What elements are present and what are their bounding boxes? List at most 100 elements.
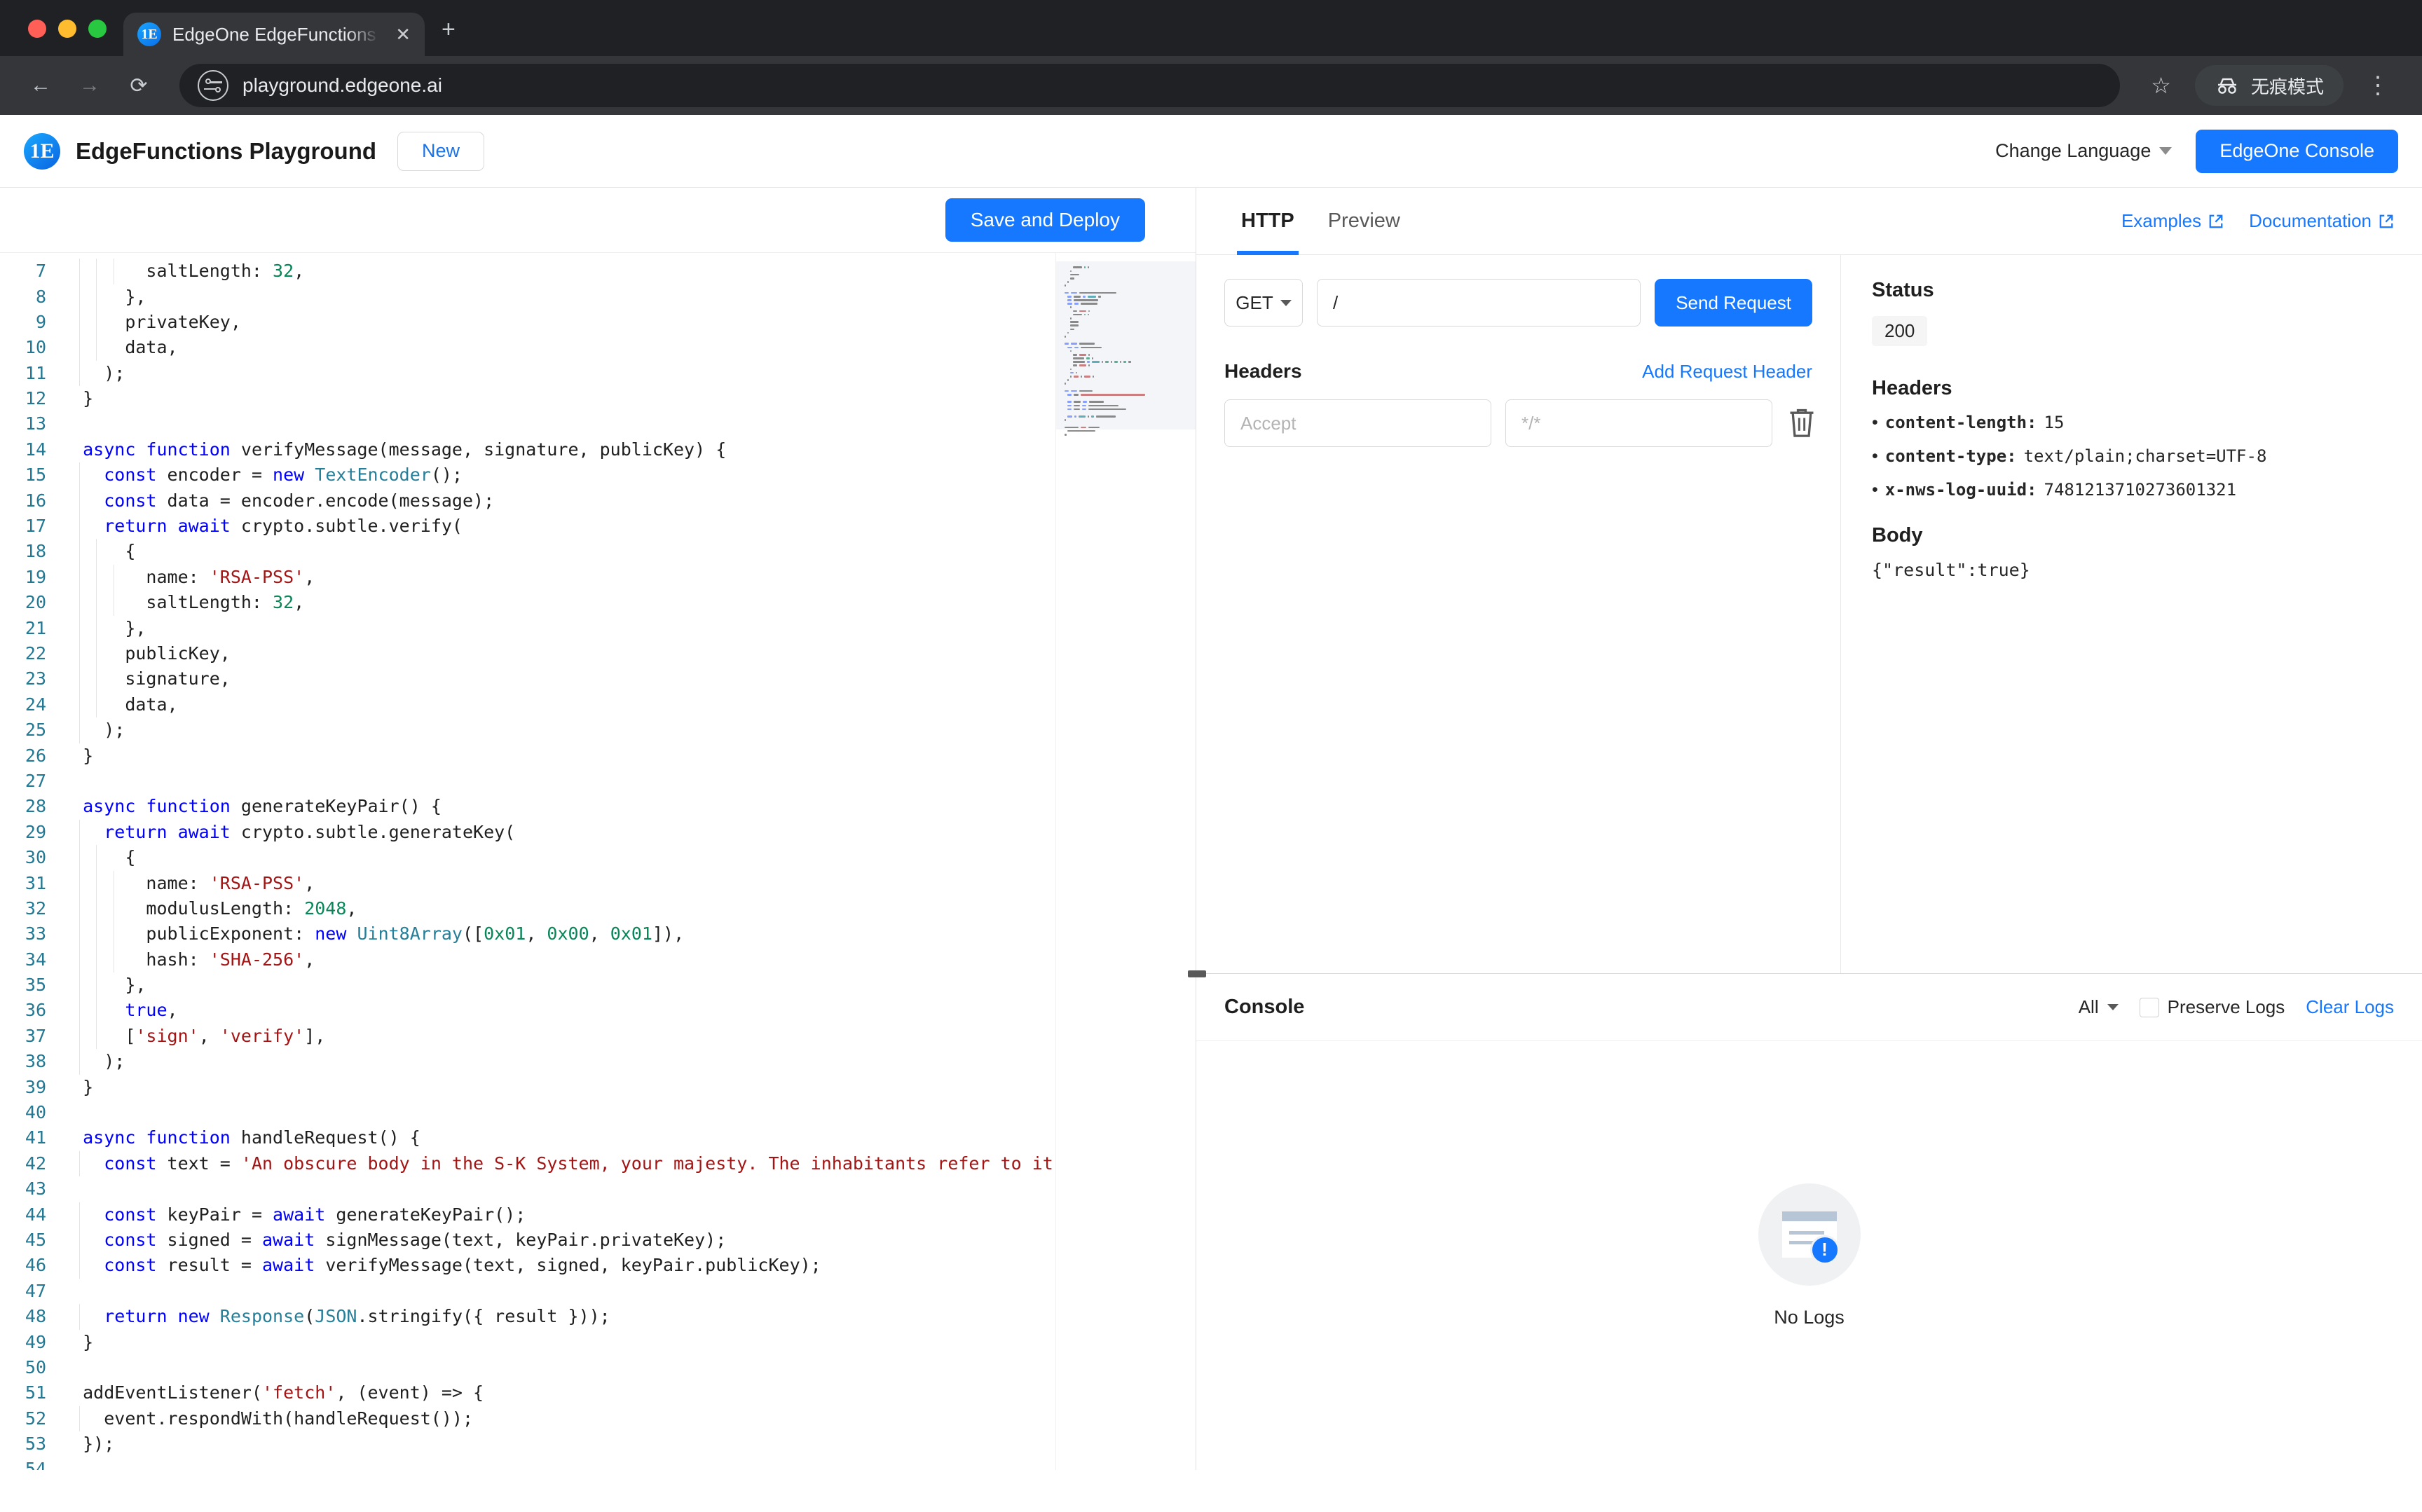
window-close-button[interactable]: [28, 20, 46, 38]
code-line[interactable]: [59, 1100, 1196, 1125]
browser-menu-icon[interactable]: ⋮: [2348, 73, 2404, 97]
editor-minimap[interactable]: [1055, 253, 1196, 1470]
code-line[interactable]: privateKey,: [59, 309, 1196, 336]
back-icon[interactable]: ←: [18, 63, 63, 108]
code-token: addEventListener(: [83, 1382, 262, 1403]
code-line[interactable]: },: [59, 973, 1196, 998]
code-line[interactable]: hash: 'SHA-256',: [59, 947, 1196, 973]
code-line[interactable]: }: [59, 1075, 1196, 1100]
code-token: return: [104, 821, 178, 842]
header-key-input[interactable]: [1224, 399, 1491, 447]
code-token: ,: [346, 898, 357, 919]
incognito-indicator[interactable]: 无痕模式: [2194, 65, 2344, 106]
request-url-input[interactable]: [1317, 279, 1641, 327]
code-line[interactable]: signature,: [59, 666, 1196, 692]
forward-icon[interactable]: →: [67, 63, 112, 108]
edgeone-console-button[interactable]: EdgeOne Console: [2196, 129, 2398, 173]
code-line[interactable]: }: [59, 743, 1196, 769]
site-settings-icon[interactable]: [198, 70, 228, 101]
code-line[interactable]: {: [59, 539, 1196, 565]
add-request-header-link[interactable]: Add Request Header: [1642, 361, 1812, 383]
new-button[interactable]: New: [397, 131, 485, 171]
window-controls[interactable]: [21, 20, 123, 56]
code-line[interactable]: [59, 1176, 1196, 1202]
line-number: 9: [35, 311, 46, 332]
line-number: 16: [25, 490, 46, 511]
reload-icon[interactable]: ⟳: [116, 63, 161, 108]
http-method-select[interactable]: GET: [1224, 279, 1303, 327]
code-token: }: [83, 1076, 94, 1097]
code-line[interactable]: return new Response(JSON.stringify({ res…: [59, 1304, 1196, 1330]
tab-preview[interactable]: Preview: [1311, 188, 1417, 255]
examples-link[interactable]: Examples: [2121, 210, 2224, 232]
code-line[interactable]: modulusLength: 2048,: [59, 895, 1196, 922]
response-header-key: content-length:: [1884, 413, 2037, 432]
code-line[interactable]: const encoder = new TextEncoder();: [59, 462, 1196, 488]
code-token: modulusLength:: [146, 898, 305, 919]
code-line[interactable]: saltLength: 32,: [59, 259, 1196, 284]
trash-icon[interactable]: [1786, 406, 1817, 440]
code-line[interactable]: const result = await verifyMessage(text,…: [59, 1253, 1196, 1279]
code-line[interactable]: {: [59, 845, 1196, 871]
save-and-deploy-button[interactable]: Save and Deploy: [945, 198, 1145, 242]
code-line[interactable]: );: [59, 360, 1196, 387]
code-line[interactable]: publicExponent: new Uint8Array([0x01, 0x…: [59, 921, 1196, 947]
code-line[interactable]: );: [59, 1049, 1196, 1075]
preserve-logs-checkbox[interactable]: Preserve Logs: [2139, 996, 2285, 1018]
console-filter-select[interactable]: All: [2079, 996, 2119, 1018]
clear-logs-button[interactable]: Clear Logs: [2306, 996, 2394, 1018]
code-line[interactable]: }: [59, 386, 1196, 411]
window-maximize-button[interactable]: [88, 20, 107, 38]
app-header: 1E EdgeFunctions Playground New Change L…: [0, 115, 2422, 188]
header-value-input[interactable]: [1505, 399, 1772, 447]
new-tab-icon[interactable]: +: [425, 16, 472, 56]
code-line[interactable]: return await crypto.subtle.generateKey(: [59, 819, 1196, 846]
panel-resize-handle[interactable]: [1188, 970, 1206, 977]
code-line[interactable]: async function generateKeyPair() {: [59, 794, 1196, 819]
request-headers-title: Headers: [1224, 360, 1302, 382]
code-line[interactable]: data,: [59, 692, 1196, 718]
code-line[interactable]: return await crypto.subtle.verify(: [59, 514, 1196, 539]
send-request-button[interactable]: Send Request: [1655, 279, 1812, 327]
code-line[interactable]: const data = encoder.encode(message);: [59, 488, 1196, 514]
checkbox-box[interactable]: [2139, 997, 2159, 1017]
code-line[interactable]: event.respondWith(handleRequest());: [59, 1406, 1196, 1432]
code-line[interactable]: data,: [59, 335, 1196, 361]
window-minimize-button[interactable]: [58, 20, 76, 38]
code-line[interactable]: [59, 1457, 1196, 1470]
code-token: JSON: [315, 1306, 357, 1327]
bookmark-star-icon[interactable]: ☆: [2138, 72, 2184, 99]
code-line[interactable]: [59, 1355, 1196, 1380]
code-line[interactable]: });: [59, 1431, 1196, 1457]
change-language-dropdown[interactable]: Change Language: [1995, 140, 2173, 162]
code-line[interactable]: name: 'RSA-PSS',: [59, 564, 1196, 591]
code-line[interactable]: }: [59, 1330, 1196, 1355]
code-line[interactable]: const text = 'An obscure body in the S-K…: [59, 1150, 1196, 1177]
tab-http[interactable]: HTTP: [1224, 188, 1311, 255]
code-line[interactable]: async function verifyMessage(message, si…: [59, 437, 1196, 462]
code-line[interactable]: const keyPair = await generateKeyPair();: [59, 1202, 1196, 1228]
response-header-key: x-nws-log-uuid:: [1884, 480, 2037, 500]
code-line[interactable]: true,: [59, 998, 1196, 1024]
code-token: Uint8Array: [357, 923, 463, 944]
code-line[interactable]: addEventListener('fetch', (event) => {: [59, 1380, 1196, 1406]
code-line[interactable]: [59, 769, 1196, 794]
address-bar[interactable]: playground.edgeone.ai: [179, 64, 2121, 107]
code-line[interactable]: saltLength: 32,: [59, 590, 1196, 616]
code-content[interactable]: saltLength: 32, }, privateKey, data, ); …: [59, 253, 1196, 1470]
code-editor[interactable]: 7 8 9 10 11 12 13 14 15 16 17 18 19 20 21 22 23 24 25 26 27 2…: [0, 253, 1196, 1470]
code-line[interactable]: [59, 1279, 1196, 1304]
documentation-link[interactable]: Documentation: [2249, 210, 2394, 232]
code-line[interactable]: const signed = await signMessage(text, k…: [59, 1227, 1196, 1253]
code-line[interactable]: publicKey,: [59, 640, 1196, 667]
code-line[interactable]: },: [59, 615, 1196, 641]
code-line[interactable]: name: 'RSA-PSS',: [59, 870, 1196, 896]
code-line[interactable]: );: [59, 717, 1196, 743]
close-icon[interactable]: ✕: [391, 24, 415, 46]
preserve-logs-label: Preserve Logs: [2167, 996, 2285, 1017]
code-line[interactable]: },: [59, 284, 1196, 310]
code-line[interactable]: [59, 411, 1196, 437]
code-line[interactable]: ['sign', 'verify'],: [59, 1023, 1196, 1050]
code-line[interactable]: async function handleRequest() {: [59, 1125, 1196, 1150]
browser-tab[interactable]: 1E EdgeOne EdgeFunctions Play ✕: [123, 13, 425, 56]
